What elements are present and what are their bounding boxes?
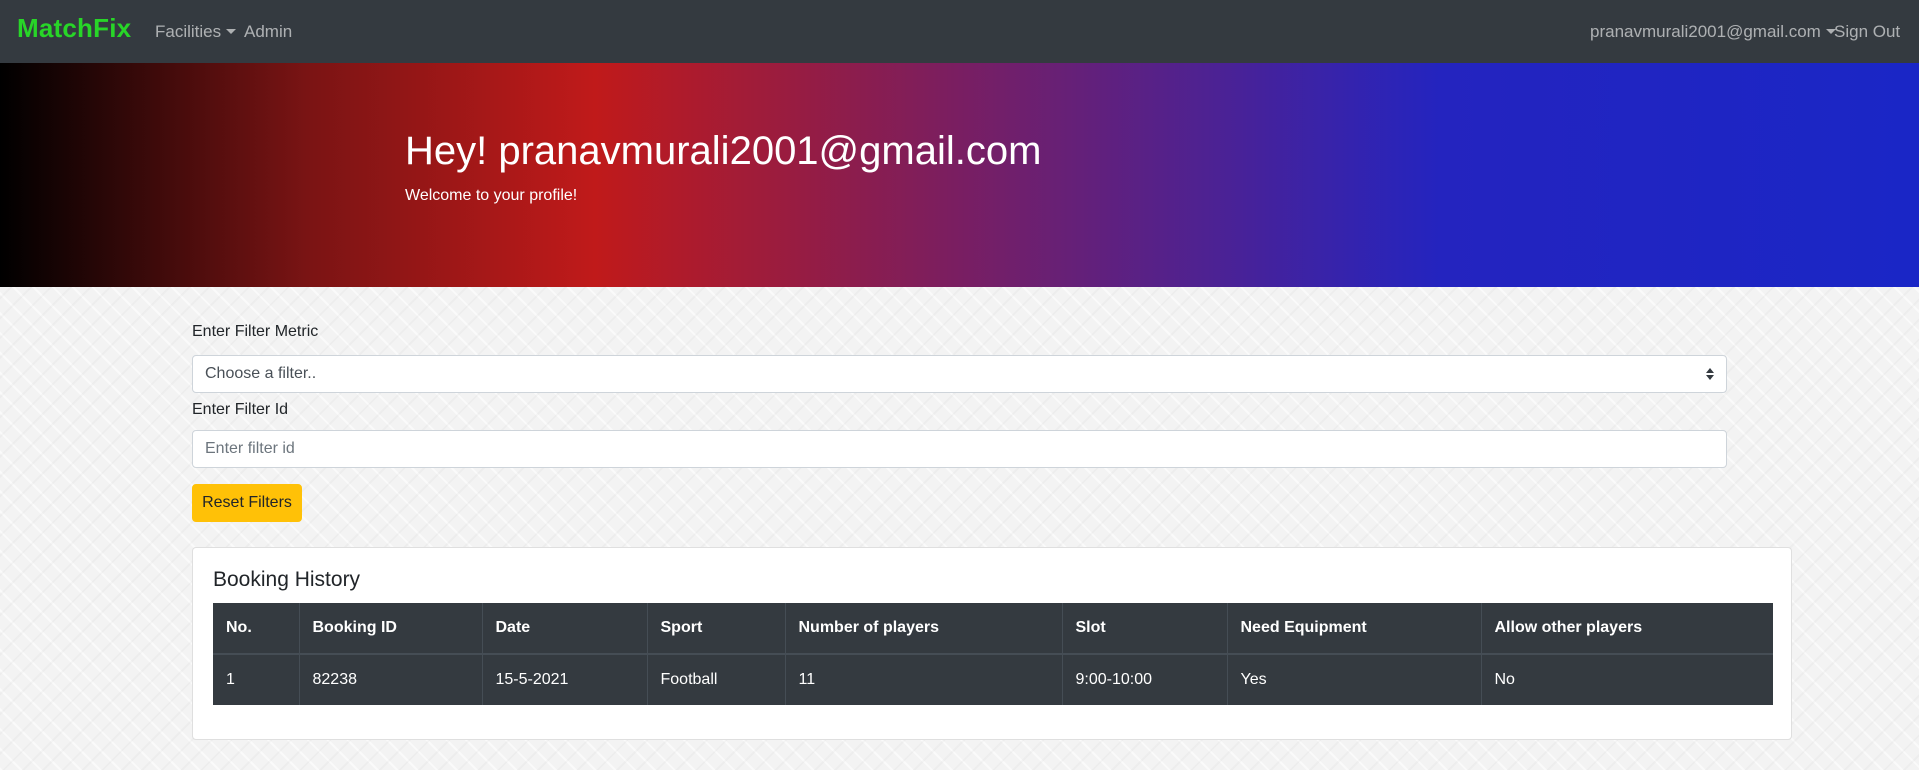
column-header: Date	[481, 603, 647, 655]
filter-id-label: Enter Filter Id	[192, 401, 289, 418]
booking-history-title: Booking History	[213, 568, 361, 591]
table-cell: 82238	[298, 653, 482, 705]
table-cell: 15-5-2021	[481, 653, 647, 705]
table-cell: 9:00-10:00	[1061, 653, 1227, 705]
profile-hero-banner: Hey! pranavmurali2001@gmail.com Welcome …	[0, 63, 1919, 287]
hero-subtitle: Welcome to your profile!	[405, 187, 578, 204]
table-cell: Yes	[1226, 653, 1481, 705]
user-account-dropdown[interactable]: pranavmurali2001@gmail.com	[1590, 22, 1836, 42]
table-cell: 11	[784, 653, 1062, 705]
column-header: No.	[213, 603, 299, 655]
hero-title: Hey! pranavmurali2001@gmail.com	[405, 129, 1042, 173]
select-updown-icon	[1706, 367, 1714, 381]
booking-history-card: Booking History No. Booking ID Date Spor…	[192, 547, 1792, 740]
column-header: Need Equipment	[1226, 603, 1481, 655]
user-email-label: pranavmurali2001@gmail.com	[1590, 22, 1821, 41]
filter-metric-select[interactable]: Choose a filter..	[192, 355, 1727, 393]
column-header: Number of players	[784, 603, 1062, 655]
filter-id-input[interactable]	[192, 430, 1727, 468]
table-row: 1 82238 15-5-2021 Football 11 9:00-10:00…	[213, 653, 1773, 705]
facilities-label: Facilities	[155, 22, 222, 41]
table-cell: 1	[213, 653, 299, 705]
brand-logo-link[interactable]: MatchFix	[17, 13, 131, 44]
column-header: Allow other players	[1480, 603, 1773, 655]
table-header-row: No. Booking ID Date Sport Number of play…	[213, 603, 1773, 655]
column-header: Slot	[1061, 603, 1227, 655]
booking-history-table: No. Booking ID Date Sport Number of play…	[213, 603, 1773, 705]
filter-metric-selected-value: Choose a filter..	[205, 365, 317, 382]
reset-filters-button[interactable]: Reset Filters	[192, 484, 302, 522]
top-navbar: MatchFix Facilities Admin pranavmurali20…	[0, 0, 1919, 63]
admin-link[interactable]: Admin	[244, 22, 292, 42]
caret-down-icon	[226, 29, 237, 34]
table-cell: Football	[646, 653, 785, 705]
table-cell: No	[1480, 653, 1773, 705]
column-header: Booking ID	[298, 603, 482, 655]
sign-out-link[interactable]: Sign Out	[1834, 22, 1900, 42]
column-header: Sport	[646, 603, 785, 655]
filter-metric-label: Enter Filter Metric	[192, 323, 319, 340]
facilities-dropdown[interactable]: Facilities	[155, 22, 237, 42]
